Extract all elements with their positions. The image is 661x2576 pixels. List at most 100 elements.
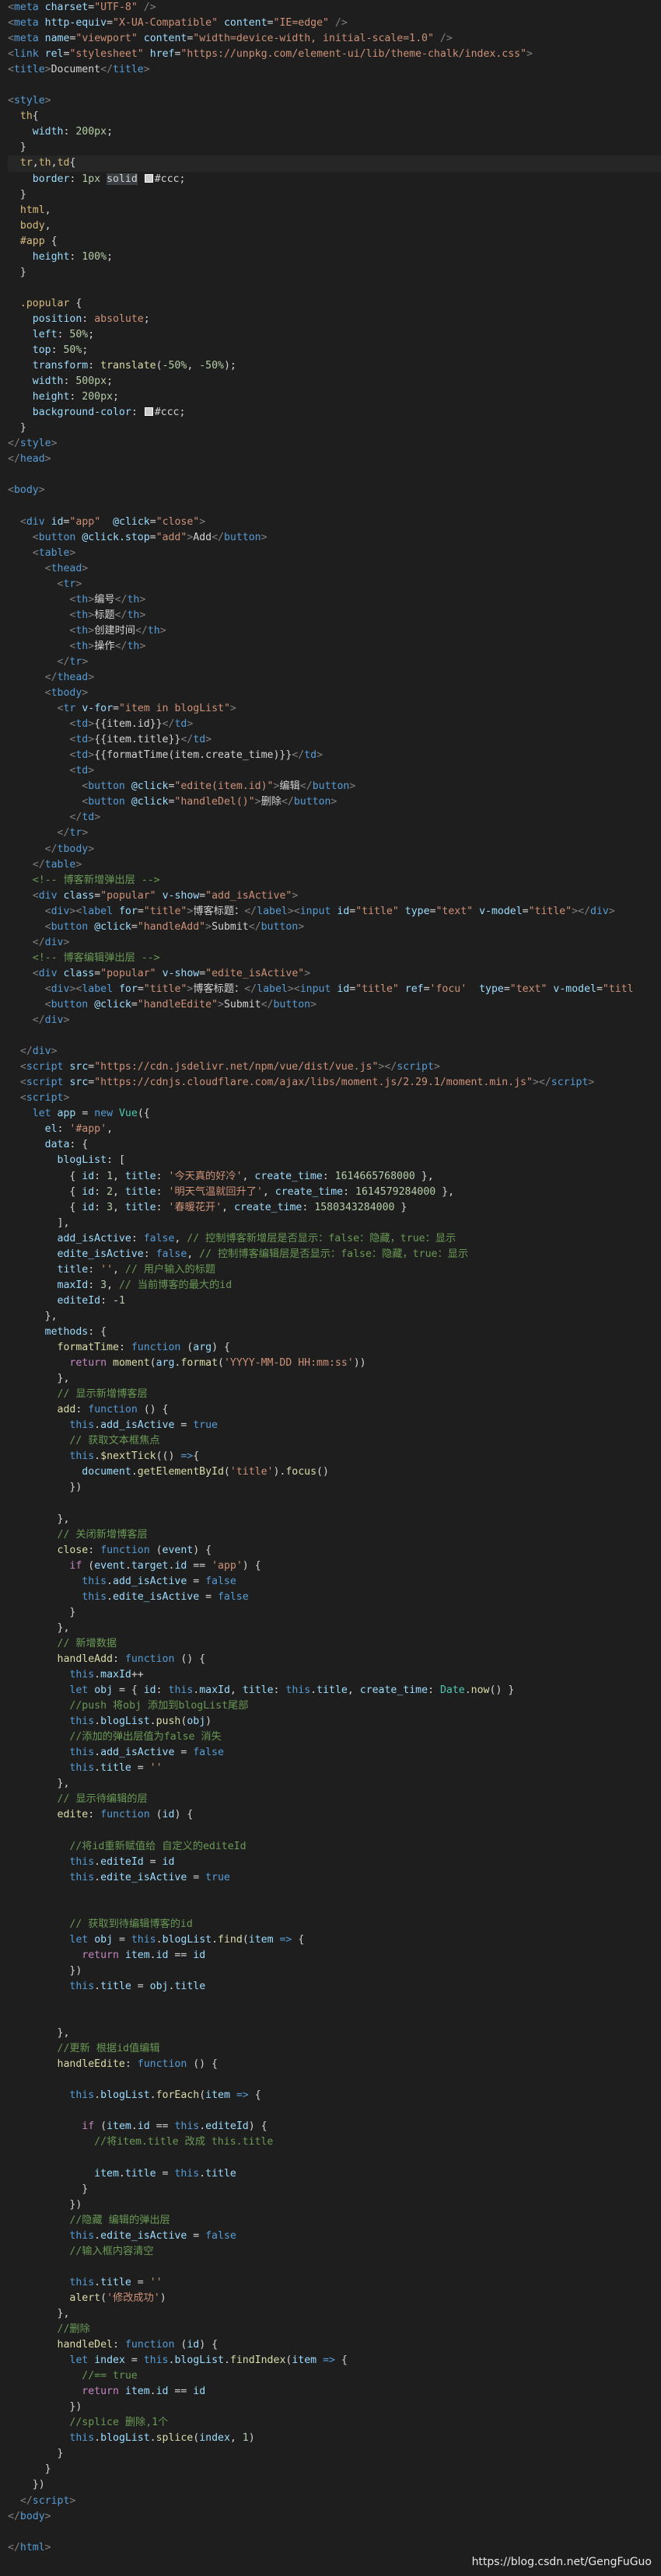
code-line[interactable]: </style>: [8, 436, 661, 452]
code-line[interactable]: [8, 2150, 661, 2166]
code-line[interactable]: [8, 467, 661, 483]
code-line[interactable]: top: 50%;: [8, 343, 661, 358]
code-line[interactable]: background-color: #ccc;: [8, 405, 661, 421]
code-line[interactable]: [8, 2072, 661, 2088]
code-line[interactable]: this.add_isActive = false: [8, 1574, 661, 1590]
code-line[interactable]: <button @click.stop="add">Add</button>: [8, 530, 661, 546]
code-line[interactable]: <meta http-equiv="X-UA-Compatible" conte…: [8, 16, 661, 31]
code-line[interactable]: [8, 2525, 661, 2540]
code-line[interactable]: this.blogList.push(obj): [8, 1714, 661, 1730]
code-line[interactable]: <meta charset="UTF-8" />: [8, 0, 661, 16]
code-line[interactable]: </head>: [8, 452, 661, 467]
code-line[interactable]: <th>编号</th>: [8, 592, 661, 608]
code-line[interactable]: .popular {: [8, 296, 661, 312]
code-line[interactable]: { id: 3, title: '春暖花开', create_time: 158…: [8, 1200, 661, 1216]
code-line[interactable]: height: 100%;: [8, 250, 661, 265]
code-line[interactable]: handleDel: function (id) {: [8, 2337, 661, 2353]
code-line[interactable]: this.title = obj.title: [8, 1979, 661, 1995]
code-line[interactable]: <button @click="handleEdite">Submit</but…: [8, 997, 661, 1013]
code-line[interactable]: if (item.id == this.editeId) {: [8, 2119, 661, 2134]
code-line[interactable]: add: function () {: [8, 1402, 661, 1418]
code-line[interactable]: }): [8, 2197, 661, 2213]
code-line[interactable]: //隐藏 编辑的弹出层: [8, 2213, 661, 2229]
code-line[interactable]: ],: [8, 1216, 661, 1231]
code-line[interactable]: height: 200px;: [8, 389, 661, 405]
code-line[interactable]: [8, 1886, 661, 1901]
code-line[interactable]: //push 将obj 添加到blogList尾部: [8, 1698, 661, 1714]
code-line[interactable]: </tbody>: [8, 842, 661, 857]
code-line[interactable]: left: 50%;: [8, 327, 661, 343]
code-line[interactable]: this.title = '': [8, 1761, 661, 1776]
code-line[interactable]: }): [8, 1963, 661, 1979]
code-line[interactable]: //更新 根据id值编辑: [8, 2041, 661, 2057]
code-line[interactable]: transform: translate(-50%, -50%);: [8, 358, 661, 374]
code-line[interactable]: }: [8, 2182, 661, 2197]
code-line[interactable]: </body>: [8, 2509, 661, 2525]
code-line[interactable]: this.add_isActive = true: [8, 1418, 661, 1433]
code-line[interactable]: </div>: [8, 935, 661, 951]
code-line[interactable]: { id: 2, title: '明天气温就回升了', create_time:…: [8, 1185, 661, 1200]
code-line[interactable]: <td>{{item.title}}</td>: [8, 732, 661, 748]
code-line[interactable]: <th>标题</th>: [8, 608, 661, 623]
code-line[interactable]: return item.id == id: [8, 2384, 661, 2400]
code-line[interactable]: <button @click="handleDel()">删除</button>: [8, 794, 661, 810]
code-line[interactable]: item.title = this.title: [8, 2166, 661, 2182]
code-line[interactable]: <tr>: [8, 577, 661, 592]
code-line[interactable]: [8, 499, 661, 515]
code-line[interactable]: }: [8, 2446, 661, 2462]
code-line[interactable]: }): [8, 1480, 661, 1496]
code-line[interactable]: if (event.target.id == 'app') {: [8, 1559, 661, 1574]
code-line[interactable]: tr,th,td{: [8, 155, 661, 172]
code-line[interactable]: data: {: [8, 1137, 661, 1153]
code-line[interactable]: //将id重新赋值给 自定义的editeId: [8, 1839, 661, 1855]
code-line[interactable]: return moment(arg.format('YYYY-MM-DD HH:…: [8, 1356, 661, 1371]
code-line[interactable]: handleAdd: function () {: [8, 1652, 661, 1667]
code-line[interactable]: let app = new Vue({: [8, 1106, 661, 1122]
code-line[interactable]: }: [8, 2462, 661, 2477]
color-swatch-icon[interactable]: [144, 173, 153, 183]
code-line[interactable]: editeId: -1: [8, 1293, 661, 1309]
code-line[interactable]: },: [8, 1776, 661, 1792]
code-line[interactable]: </tr>: [8, 826, 661, 841]
code-line[interactable]: <button @click="handleAdd">Submit</butto…: [8, 920, 661, 935]
code-line[interactable]: <style>: [8, 93, 661, 109]
code-line[interactable]: border: 1px solid #ccc;: [8, 172, 661, 187]
code-line[interactable]: </div>: [8, 1044, 661, 1059]
code-line[interactable]: }: [8, 265, 661, 281]
code-text-area[interactable]: <meta charset="UTF-8" /> <meta http-equiv…: [0, 0, 661, 2556]
code-line[interactable]: <script src="https://cdn.jsdelivr.net/np…: [8, 1059, 661, 1075]
code-line[interactable]: [8, 1995, 661, 2010]
code-line[interactable]: },: [8, 2026, 661, 2041]
code-line[interactable]: </html>: [8, 2540, 661, 2556]
code-line[interactable]: <!-- 博客编辑弹出层 -->: [8, 951, 661, 966]
code-line[interactable]: },: [8, 2306, 661, 2322]
code-editor[interactable]: <meta charset="UTF-8" /> <meta http-equiv…: [0, 0, 661, 2576]
code-line[interactable]: <div class="popular" v-show="add_isActiv…: [8, 888, 661, 904]
code-line[interactable]: <link rel="stylesheet" href="https://unp…: [8, 47, 661, 62]
code-line[interactable]: <td>{{formatTime(item.create_time)}}</td…: [8, 748, 661, 763]
code-line[interactable]: </td>: [8, 810, 661, 826]
code-line[interactable]: add_isActive: false, // 控制博客新增层是否显示：fals…: [8, 1231, 661, 1247]
code-line[interactable]: [8, 281, 661, 296]
code-line[interactable]: <td>: [8, 763, 661, 779]
code-line[interactable]: let index = this.blogList.findIndex(item…: [8, 2353, 661, 2368]
code-line[interactable]: this.title = '': [8, 2275, 661, 2291]
code-line[interactable]: }): [8, 2400, 661, 2415]
code-line[interactable]: </table>: [8, 857, 661, 873]
code-line[interactable]: alert('修改成功'): [8, 2291, 661, 2306]
code-line[interactable]: </div>: [8, 1013, 661, 1028]
code-line[interactable]: [8, 1823, 661, 1838]
code-line[interactable]: return item.id == id: [8, 1948, 661, 1963]
code-line[interactable]: edite_isActive: false, // 控制博客编辑层是否显示：fa…: [8, 1247, 661, 1262]
code-line[interactable]: formatTime: function (arg) {: [8, 1340, 661, 1356]
code-line[interactable]: },: [8, 1512, 661, 1527]
code-line[interactable]: this.edite_isActive = false: [8, 1590, 661, 1605]
code-line[interactable]: </tr>: [8, 654, 661, 670]
code-line[interactable]: },: [8, 1309, 661, 1325]
code-line[interactable]: [8, 1901, 661, 1917]
code-line[interactable]: // 显示新增博客层: [8, 1387, 661, 1402]
code-line[interactable]: this.add_isActive = false: [8, 1745, 661, 1761]
code-line[interactable]: <div><label for="title">博客标题：</label><in…: [8, 904, 661, 920]
code-line[interactable]: <th>创建时间</th>: [8, 623, 661, 639]
code-line[interactable]: handleEdite: function () {: [8, 2057, 661, 2072]
